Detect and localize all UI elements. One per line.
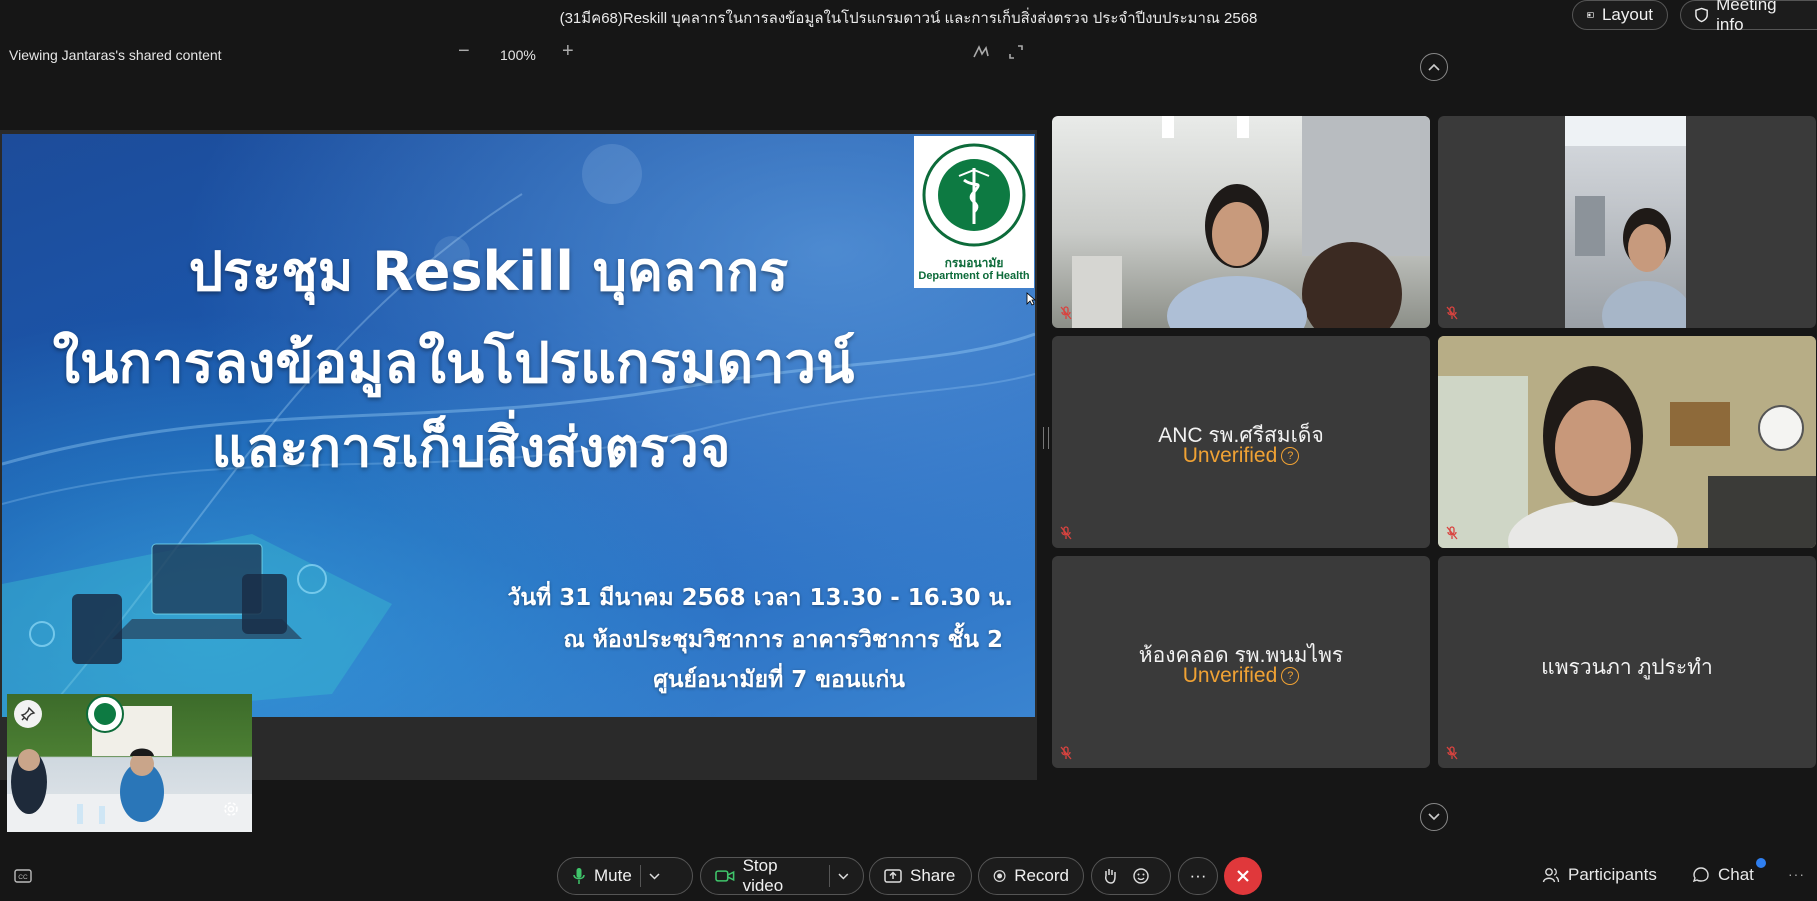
more-options-icon: ··· [1189,866,1207,885]
microphone-icon [573,868,585,884]
participants-label: Participants [1568,865,1657,884]
muted-mic-icon [1446,526,1458,540]
participants-icon [1542,868,1560,883]
participant-name: แพรวนภา ภูประทำ [1541,656,1713,679]
more-options-button[interactable]: ··· [1178,857,1218,895]
raise-hand-icon[interactable] [1102,867,1118,885]
annotate-icon[interactable] [972,44,990,60]
self-view-settings-icon[interactable] [222,800,240,818]
participant-status: Unverified? [1052,664,1430,688]
close-icon [1237,870,1249,882]
separator [829,865,831,887]
chevron-down-icon[interactable] [838,873,849,880]
viewing-shared-content-label: Viewing Jantaras's shared content [9,47,222,63]
participant-video-feed [1565,116,1686,328]
slide-center: ศูนย์อนามัยที่ 7 ขอนแก่น [653,667,905,693]
scroll-down-button[interactable] [1420,803,1448,831]
unverified-label: Unverified [1182,664,1278,687]
participants-button[interactable]: Participants [1542,865,1657,885]
separator [639,865,641,887]
stop-video-label: Stop video [742,856,784,895]
slide-date-time: วันที่ 31 มีนาคม 2568 เวลา 13.30 - 16.30… [507,585,1013,611]
share-label: Share [910,866,956,885]
meeting-info-button[interactable]: Meeting info [1680,0,1817,34]
slide-title-line-3: และการเก็บสิ่งส่งตรวจ [211,416,731,479]
participant-tile[interactable]: ห้องคลอด รพ.พนมไพร Unverified? [1052,556,1430,768]
unverified-label: Unverified [1182,444,1278,467]
pin-self-view-button[interactable] [14,700,42,728]
share-screen-icon [884,869,902,883]
pin-icon [20,706,36,722]
meeting-title: (31มีค68)Reskill บุคลากรในการลงข้อมูลในโ… [559,10,1258,27]
participant-video-scene [1072,116,1430,328]
zoom-in-button[interactable]: + [562,40,574,63]
reactions-group [1091,857,1171,895]
expand-icon[interactable] [1008,44,1024,60]
pane-resize-handle[interactable] [1043,427,1049,449]
muted-mic-icon [1060,746,1072,760]
self-view-video[interactable] [7,694,252,832]
stop-video-button[interactable]: Stop video [700,856,864,895]
logo-caption-english: Department of Health [918,270,1030,282]
participant-video-tile[interactable] [1438,116,1816,328]
mute-label: Mute [594,866,632,885]
zoom-out-button[interactable]: − [458,40,470,63]
more-options-icon[interactable]: ··· [1788,866,1805,882]
help-icon[interactable]: ? [1281,667,1300,686]
participant-status: Unverified? [1052,444,1430,468]
self-view-scene [7,695,252,832]
scroll-up-button[interactable] [1420,53,1448,81]
share-button[interactable]: Share [869,857,972,895]
participant-tile[interactable]: แพรวนภา ภูประทำ [1438,556,1816,768]
ministry-seal-icon [922,143,1026,247]
participant-video-scene [1565,116,1686,328]
chevron-down-icon [1428,813,1440,821]
muted-mic-icon [1060,306,1072,320]
chevron-up-icon [1428,63,1440,71]
ministry-logo: กรมอนามัย Department of Health [914,136,1034,288]
mute-button[interactable]: Mute [557,857,693,895]
record-icon [993,870,1006,882]
chat-notification-badge [1756,858,1766,868]
slide-title-line-2: ในการลงข้อมูลในโปรแกรมดาวน์ [52,331,855,396]
layout-button[interactable]: Layout [1572,0,1668,30]
chat-bubble-icon [1692,867,1709,883]
slide-title-line-1: ประชุม Reskill บุคลากร [188,240,789,303]
participant-tile[interactable]: ANC รพ.ศรีสมเด็จ Unverified? [1052,336,1430,548]
reaction-emoji-icon[interactable] [1132,867,1150,885]
layout-icon [1587,12,1594,18]
closed-captions-icon[interactable]: CC [14,869,32,883]
help-icon[interactable]: ? [1281,447,1300,466]
zoom-level[interactable]: 100% [500,47,536,63]
mouse-cursor-icon [1026,292,1036,306]
record-label: Record [1014,866,1069,885]
cc-label: CC [18,874,28,881]
participant-video-tile[interactable] [1438,336,1816,548]
chevron-down-icon[interactable] [649,872,660,880]
participant-video-scene [1438,336,1816,548]
slide-venue: ณ ห้องประชุมวิชาการ อาคารวิชาการ ชั้น 2 [563,627,1003,653]
participant-video-tile[interactable] [1052,116,1430,328]
shield-icon [1695,7,1708,23]
leave-meeting-button[interactable] [1224,857,1262,895]
meeting-info-label: Meeting info [1716,0,1777,34]
chat-label: Chat [1718,865,1754,884]
video-camera-icon [715,870,735,882]
muted-mic-icon [1446,306,1458,320]
muted-mic-icon [1060,526,1072,540]
chat-button[interactable]: Chat [1692,865,1754,885]
shared-slide: ประชุม Reskill บุคลากร ในการลงข้อมูลในโป… [2,134,1035,717]
layout-label: Layout [1601,5,1653,24]
muted-mic-icon [1446,746,1458,760]
record-button[interactable]: Record [978,857,1084,895]
